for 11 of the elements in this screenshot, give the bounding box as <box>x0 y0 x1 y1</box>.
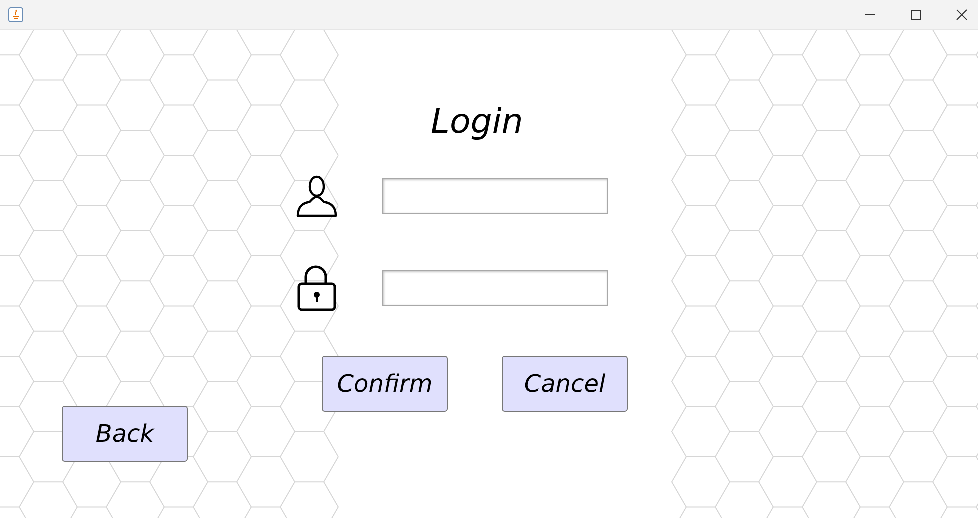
login-heading: Login <box>431 101 524 144</box>
person-icon <box>295 174 339 218</box>
back-button[interactable]: Back <box>62 406 188 462</box>
close-icon[interactable] <box>956 8 968 20</box>
username-field[interactable] <box>382 178 608 214</box>
padlock-icon <box>295 264 339 312</box>
password-field[interactable] <box>382 270 608 306</box>
cancel-button[interactable]: Cancel <box>502 356 628 412</box>
confirm-button[interactable]: Confirm <box>322 356 448 412</box>
app-icon <box>8 6 24 22</box>
maximize-icon[interactable] <box>910 8 922 20</box>
